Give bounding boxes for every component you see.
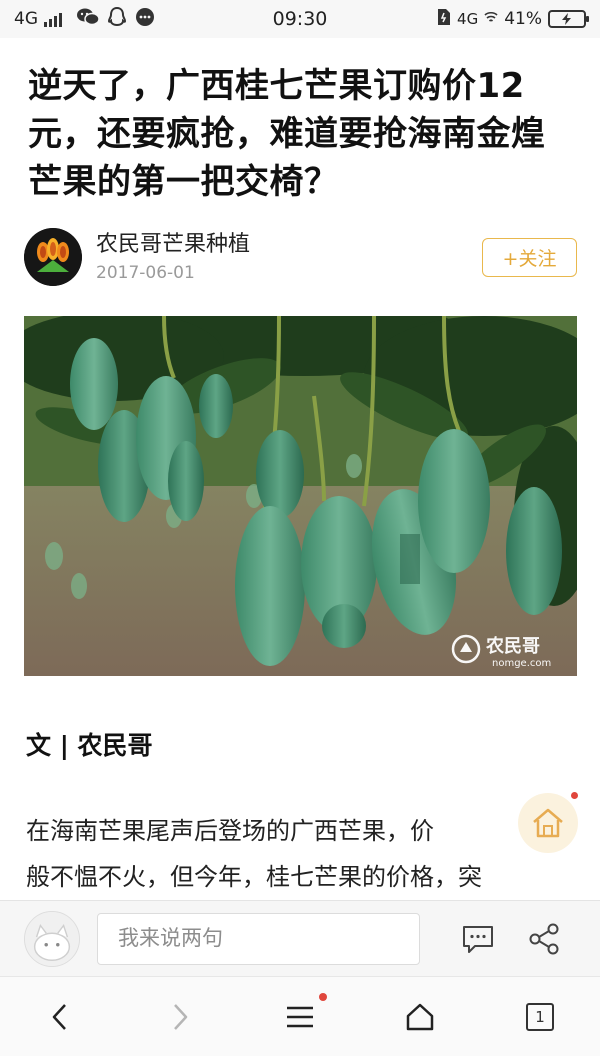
comment-input[interactable]: 我来说两句: [97, 913, 420, 965]
publish-date: 2017-06-01: [96, 263, 195, 283]
comment-icon[interactable]: [460, 921, 496, 957]
follow-button[interactable]: +关注: [482, 238, 577, 277]
author-name[interactable]: 农民哥芒果种植: [96, 226, 250, 258]
watermark-url: nomge.com: [492, 658, 551, 669]
home-button[interactable]: [400, 997, 440, 1037]
sim-icon: [437, 8, 451, 31]
back-icon: [52, 1004, 66, 1030]
menu-icon: [287, 1006, 313, 1028]
status-left: 4G: [14, 6, 244, 33]
notification-dot: [571, 792, 578, 799]
watermark-brand: 农民哥: [485, 635, 540, 657]
tab-count: 1: [535, 1008, 545, 1026]
floating-home-button[interactable]: [518, 793, 578, 853]
signal-icon: [44, 11, 62, 27]
back-button[interactable]: [40, 997, 80, 1037]
home-icon: [533, 808, 563, 838]
battery-percent: 41%: [504, 9, 542, 29]
battery-icon: [548, 10, 589, 28]
body-line-2: 般不愠不火，但今年，桂七芒果的价格，突: [26, 863, 482, 891]
user-avatar[interactable]: [24, 911, 80, 967]
browser-nav-bar: 1: [0, 976, 600, 1056]
tabs-icon: 1: [526, 1003, 554, 1031]
article-title: 逆天了，广西桂七芒果订购价12元，还要疯抢，难道要抢海南金煌芒果的第一把交椅？: [28, 66, 546, 202]
article-body: 在海南芒果尾声后登场的广西芒果，价 般不愠不火，但今年，桂七芒果的价格，突: [26, 808, 580, 900]
body-line-1: 在海南芒果尾声后登场的广西芒果，价: [26, 817, 434, 845]
menu-notification-dot: [319, 993, 327, 1001]
forward-button[interactable]: [160, 997, 200, 1037]
article: 逆天了，广西桂七芒果订购价12元，还要疯抢，难道要抢海南金煌芒果的第一把交椅？ …: [0, 38, 600, 900]
comment-bar: 我来说两句: [0, 900, 600, 976]
status-bar: 4G 09:30 4G 41%: [0, 0, 600, 38]
network-type-left: 4G: [14, 9, 38, 29]
wechat-icon: [76, 7, 100, 32]
share-icon[interactable]: [526, 921, 562, 957]
network-type-right: 4G: [457, 10, 479, 28]
forward-icon: [174, 1004, 188, 1030]
qq-icon: [106, 6, 128, 33]
article-byline: 文 | 农民哥: [26, 731, 153, 760]
wifi-icon: [484, 9, 498, 29]
home-icon: [406, 1003, 434, 1031]
article-image[interactable]: 农民哥 nomge.com: [24, 316, 577, 676]
menu-button[interactable]: [280, 997, 320, 1037]
tabs-button[interactable]: 1: [520, 997, 560, 1037]
message-icon: [134, 6, 156, 33]
status-right: 4G 41%: [356, 8, 589, 31]
author-avatar[interactable]: [24, 228, 82, 286]
status-time: 09:30: [272, 8, 328, 30]
